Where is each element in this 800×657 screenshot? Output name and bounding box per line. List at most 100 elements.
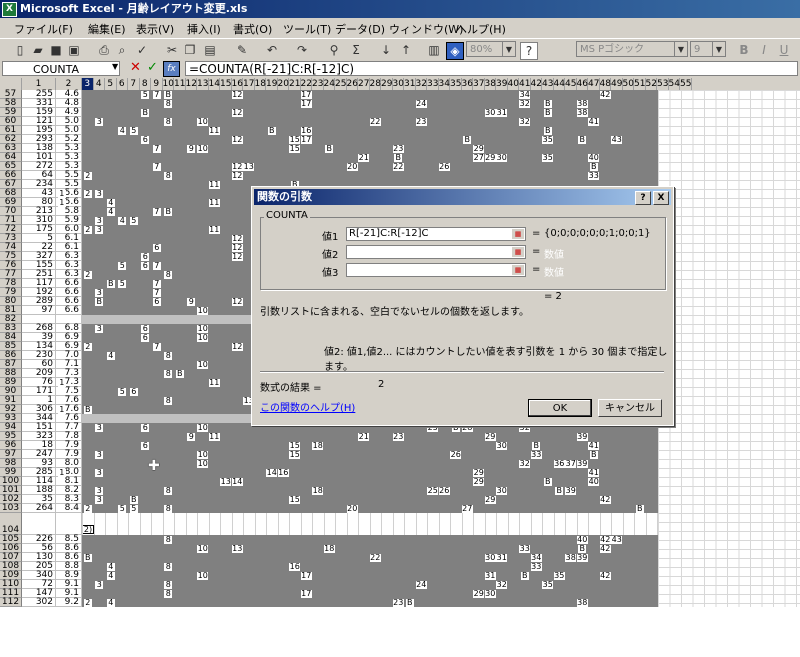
column-header[interactable]: 28 [370,78,381,90]
marked-cell[interactable]: 42 [599,544,611,553]
data-row-fill[interactable] [82,126,658,135]
column-header[interactable]: 41 [519,78,531,90]
marked-cell[interactable]: B [555,486,564,495]
marked-cell[interactable]: 5 [129,504,138,513]
marked-cell[interactable]: 38 [565,553,577,562]
cancel-icon[interactable]: ✕ [130,60,141,75]
column-header[interactable]: 54 [669,78,680,90]
marked-cell[interactable]: 32 [519,117,531,126]
marked-cell[interactable]: 10 [197,571,209,580]
menu-file[interactable]: ファイル(F) [14,21,73,37]
cell-value[interactable]: 9.2 [56,598,82,607]
marked-cell[interactable]: 8 [164,535,173,544]
chart-wizard-icon[interactable]: ▥ [426,42,442,58]
marked-cell[interactable]: 8 [164,562,173,571]
empty-cells[interactable] [658,90,800,607]
marked-cell[interactable]: 17 [300,90,312,99]
name-box[interactable]: COUNTA [2,61,120,76]
marked-cell[interactable]: 30 [484,589,496,598]
marked-cell[interactable]: B [578,135,587,144]
column-header[interactable]: 4 [94,78,105,90]
marked-cell[interactable]: B [175,369,184,378]
marked-cell[interactable]: 10 [197,423,209,432]
menu-format[interactable]: 書式(O) [233,21,272,37]
marked-cell[interactable]: 8 [164,396,173,405]
column-header[interactable]: 27 [358,78,370,90]
font-size-combo[interactable]: 9 ▼ [690,41,726,57]
marked-cell[interactable]: 26 [438,162,450,171]
marked-cell[interactable]: 29 [473,589,485,598]
cell-value[interactable] [56,513,82,535]
marked-cell[interactable]: 21 [358,153,370,162]
marked-cell[interactable]: 12 [231,252,243,261]
column-header[interactable]: 35 [450,78,462,90]
data-row-fill[interactable] [82,544,658,553]
marked-cell[interactable]: 3 [95,468,104,477]
column-header[interactable]: 55 [680,78,692,90]
data-row-fill[interactable] [82,135,658,144]
marked-cell[interactable]: 5 [118,261,127,270]
marked-cell[interactable]: 18 [323,544,335,553]
marked-cell[interactable]: 11 [208,180,220,189]
print-icon[interactable]: ⎙ [96,42,112,58]
marked-cell[interactable]: 17 [300,135,312,144]
marked-cell[interactable]: 10 [197,459,209,468]
marked-cell[interactable]: 7 [152,207,161,216]
format-painter-icon[interactable]: ✎ [234,42,250,58]
drawing-icon[interactable]: ◈ [446,42,464,60]
marked-cell[interactable]: 12 [231,162,243,171]
marked-cell[interactable]: B [405,598,414,607]
marked-cell[interactable]: B [141,108,150,117]
italic-button[interactable]: I [756,42,772,58]
data-row-fill[interactable] [82,144,658,153]
marked-cell[interactable]: B [543,126,552,135]
marked-cell[interactable]: 6 [141,261,150,270]
marked-cell[interactable]: B [635,504,644,513]
data-row-fill[interactable] [82,441,658,450]
menu-tools[interactable]: ツール(T) [283,21,331,37]
marked-cell[interactable]: 31 [484,571,496,580]
marked-cell[interactable]: 2 [83,171,92,180]
marked-cell[interactable]: 13 [231,544,243,553]
marked-cell[interactable]: B [267,126,276,135]
marked-cell[interactable]: 8 [164,99,173,108]
marked-cell[interactable]: 16 [300,126,312,135]
marked-cell[interactable]: 6 [152,243,161,252]
marked-cell[interactable]: 5 [129,216,138,225]
marked-cell[interactable]: 43 [611,535,623,544]
marked-cell[interactable]: 6 [141,333,150,342]
marked-cell[interactable]: 10 [197,117,209,126]
marked-cell[interactable]: 13 [243,162,255,171]
marked-cell[interactable]: 10 [197,333,209,342]
marked-cell[interactable]: 35 [542,135,554,144]
marked-cell[interactable]: 3 [95,288,104,297]
range-picker-icon[interactable]: ▦ [512,265,524,275]
marked-cell[interactable]: 33 [530,450,542,459]
column-header[interactable]: 3 [82,78,94,90]
column-header[interactable]: 8 [140,78,151,90]
marked-cell[interactable]: 20 [346,504,358,513]
marked-cell[interactable]: 18 [312,486,324,495]
data-row-fill[interactable] [82,477,658,486]
marked-cell[interactable]: 16 [289,562,301,571]
active-cell[interactable]: 2) [82,525,94,534]
marked-cell[interactable]: 22 [392,162,404,171]
marked-cell[interactable]: 12 [231,243,243,252]
cell-value[interactable]: 6.6 [56,306,82,315]
arg1-input[interactable]: R[-21]C:R[-12]C ▦ [346,227,526,241]
marked-cell[interactable]: 3 [95,225,104,234]
open-icon[interactable]: ▰ [30,42,46,58]
ok-button[interactable]: OK [528,399,592,417]
cell-id[interactable]: 264 [22,504,56,513]
marked-cell[interactable]: 3 [95,189,104,198]
font-name-combo[interactable]: MS Pゴシック ▼ [576,41,688,57]
column-header[interactable]: 9 [151,78,163,90]
zoom-combo[interactable]: 80% ▼ [466,41,516,57]
marked-cell[interactable]: 42 [599,571,611,580]
marked-cell[interactable]: 16 [277,468,289,477]
marked-cell[interactable]: 31 [496,108,508,117]
save-icon[interactable]: ■ [48,42,64,58]
column-header[interactable]: 10 [163,78,174,90]
column-header[interactable]: 11 [174,78,186,90]
marked-cell[interactable]: 30 [496,486,508,495]
